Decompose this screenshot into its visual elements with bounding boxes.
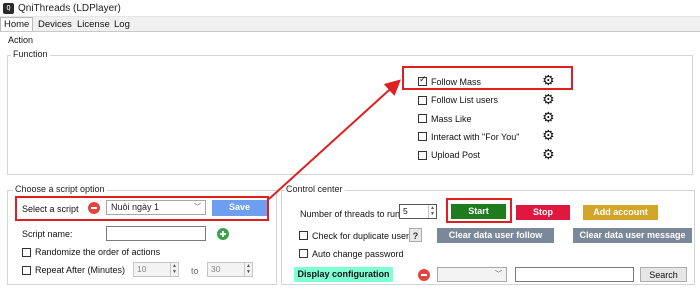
annotation-arrow-overlay <box>268 79 401 200</box>
annotation-arrow <box>268 79 401 200</box>
